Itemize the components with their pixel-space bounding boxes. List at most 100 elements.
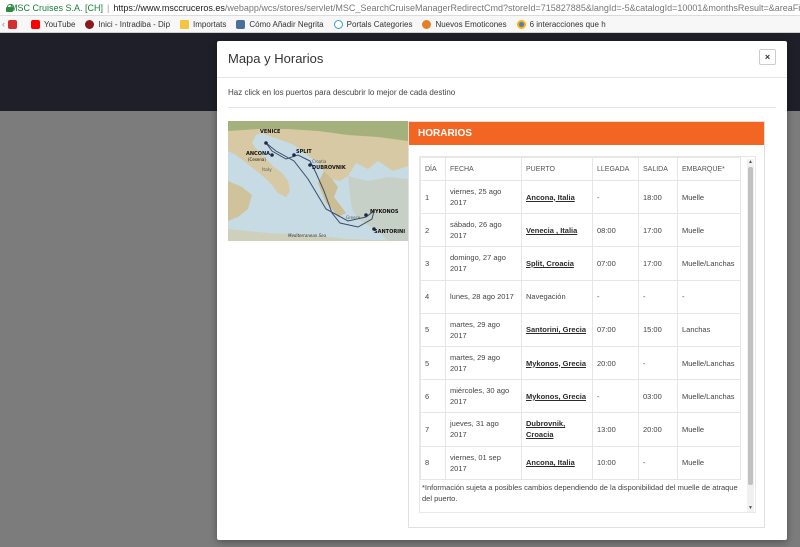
bookmark-negrita[interactable]: Cómo Añadir Negrita — [236, 19, 324, 29]
cell-day: 7 — [420, 412, 446, 447]
port-link[interactable]: Ancona, Italia — [526, 458, 575, 467]
schedule-table: DÍA FECHA PUERTO LLEGADA SALIDA EMBARQUE… — [420, 157, 741, 480]
address-bar[interactable]: MSC Cruises S.A. [CH] | https://www.mscc… — [0, 0, 800, 16]
bookmark-portals[interactable]: Portals Categories — [333, 19, 412, 29]
cell-departure: 03:00 — [638, 379, 678, 414]
map-label-mykonos[interactable]: MYKONOS — [370, 209, 399, 215]
cell-date: lunes, 28 ago 2017 — [445, 279, 522, 314]
cell-departure: 15:00 — [638, 312, 678, 347]
cell-departure: 17:00 — [638, 213, 678, 248]
table-row: 5 martes, 29 ago 2017 Mykonos, Grecia 20:00… — [420, 345, 741, 381]
cell-date: martes, 29 ago 2017 — [445, 312, 522, 347]
red-square-icon — [8, 19, 17, 29]
port-link[interactable]: Mykonos, Grecia — [526, 359, 586, 368]
image-icon — [236, 19, 246, 29]
cell-date: miércoles, 30 ago 2017 — [445, 379, 522, 414]
col-header-arrival: LLEGADA — [592, 157, 639, 181]
cell-date: domingo, 27 ago 2017 — [445, 246, 522, 281]
cell-port: Mykonos, Grecia — [521, 379, 593, 414]
map-label-split[interactable]: SPLIT — [296, 149, 312, 155]
cell-embark: Muelle/Lanchas — [677, 379, 741, 414]
col-header-day: DÍA — [420, 157, 446, 181]
folder-icon — [180, 19, 190, 29]
bookmark-emoticones[interactable]: Nuevos Emoticones — [422, 19, 507, 29]
svg-text:Italy: Italy — [262, 167, 272, 173]
port-link[interactable]: Mykonos, Grecia — [526, 392, 586, 401]
cell-arrival: 13:00 — [592, 412, 639, 447]
cell-day: 3 — [420, 246, 446, 281]
cell-port: Dubrovnik, Croacia — [521, 412, 593, 447]
url-path: /webapp/wcs/stores/servlet/MSC_SearchCru… — [224, 2, 800, 13]
cell-day: 5 — [420, 312, 446, 347]
modal-header-divider — [217, 77, 787, 78]
map-label-dubrovnik[interactable]: DUBROVNIK — [312, 165, 347, 171]
url-host: https://www.msccruceros.es — [113, 2, 225, 13]
port-link[interactable]: Ancona, Italia — [526, 193, 575, 202]
schedule-scrollbar[interactable]: ▲ ▼ — [747, 159, 754, 512]
content-divider — [228, 107, 776, 108]
svg-text:(Cesena): (Cesena) — [248, 157, 266, 162]
circle-icon — [333, 19, 343, 29]
map-label-santorini[interactable]: SANTORINI — [374, 229, 405, 235]
schedule-header: HORARIOS — [409, 122, 764, 145]
port-link[interactable]: Santorini, Grecia — [526, 325, 586, 334]
site-identity[interactable]: MSC Cruises S.A. [CH] — [10, 3, 103, 13]
scroll-up-arrow-icon[interactable]: ▲ — [747, 159, 754, 166]
bookmark-importats[interactable]: Importats — [180, 19, 226, 29]
svg-text:Mediterranean Sea: Mediterranean Sea — [288, 233, 327, 238]
cell-departure: 20:00 — [638, 412, 678, 447]
cell-arrival: 08:00 — [592, 213, 639, 248]
route-map[interactable]: VENICE ANCONA (Cesena) Italy SPLIT Croat… — [228, 121, 408, 241]
modal-title: Mapa y Horarios — [228, 51, 324, 66]
cell-embark: Lanchas — [677, 312, 741, 347]
port-link[interactable]: Split, Croacia — [526, 259, 574, 268]
modal-subtitle: Haz click en los puertos para descubrir … — [228, 88, 456, 97]
close-button[interactable]: × — [759, 49, 776, 65]
scroll-thumb[interactable] — [748, 167, 753, 485]
cell-port: Navegación — [521, 279, 593, 314]
cell-port: Ancona, Italia — [521, 179, 593, 215]
scroll-down-arrow-icon[interactable]: ▼ — [747, 505, 754, 512]
bookmarks-arrow-icon[interactable]: ‹ — [2, 19, 5, 29]
cell-departure: - — [638, 345, 678, 381]
table-row: 4 lunes, 28 ago 2017 Navegación - - - — [420, 279, 741, 314]
cell-arrival: - — [592, 379, 639, 414]
cell-departure: - — [638, 445, 678, 480]
bookmark-youtube[interactable]: YouTube — [31, 19, 75, 29]
cell-day: 8 — [420, 445, 446, 480]
svg-text:Croatia: Croatia — [312, 159, 327, 164]
cell-port: Venecia , Italia — [521, 213, 593, 248]
schedule-table-container[interactable]: DÍA FECHA PUERTO LLEGADA SALIDA EMBARQUE… — [419, 156, 756, 513]
col-header-embark: EMBARQUE* — [677, 157, 741, 181]
cell-day: 2 — [420, 213, 446, 248]
table-row: 7 jueves, 31 ago 2017 Dubrovnik, Croacia 13… — [420, 412, 741, 447]
emoticon-icon — [422, 19, 432, 29]
cell-day: 4 — [420, 279, 446, 314]
schedule-footnote: *Información sujeta a posibles cambios d… — [422, 483, 738, 503]
svg-text:Greece: Greece — [346, 215, 361, 220]
cell-date: viernes, 25 ago 2017 — [445, 179, 522, 215]
port-link[interactable]: Venecia , Italia — [526, 226, 577, 235]
cell-arrival: - — [592, 279, 639, 314]
youtube-icon — [31, 19, 40, 29]
bookmark-item[interactable] — [8, 19, 21, 29]
cell-arrival: 07:00 — [592, 246, 639, 281]
cell-embark: Muelle — [677, 445, 741, 480]
cell-embark: Muelle — [677, 179, 741, 215]
intradiba-icon — [85, 19, 95, 29]
table-row: 2 sábado, 26 ago 2017 Venecia , Italia 08:0… — [420, 213, 741, 248]
bookmark-intradiba[interactable]: Inici - Intradiba - Dip — [85, 19, 170, 29]
table-row: 1 viernes, 25 ago 2017 Ancona, Italia -18:0… — [420, 179, 741, 215]
port-link[interactable]: Dubrovnik, Croacia — [526, 419, 565, 439]
cell-departure: 17:00 — [638, 246, 678, 281]
cell-date: jueves, 31 ago 2017 — [445, 412, 522, 447]
globe-icon — [516, 19, 526, 29]
table-row: 5 martes, 29 ago 2017 Santorini, Grecia 07:… — [420, 312, 741, 347]
bookmarks-bar: ‹ YouTube Inici - Intradiba - Dip Import… — [0, 16, 800, 33]
bookmark-interacciones[interactable]: 6 interacciones que h — [516, 19, 606, 29]
cell-embark: Muelle/Lanchas — [677, 345, 741, 381]
table-row: 3 domingo, 27 ago 2017 Split, Croacia 07:00… — [420, 246, 741, 281]
url-separator: | — [107, 2, 110, 13]
cell-port: Santorini, Grecia — [521, 312, 593, 347]
map-label-venice[interactable]: VENICE — [260, 129, 281, 135]
